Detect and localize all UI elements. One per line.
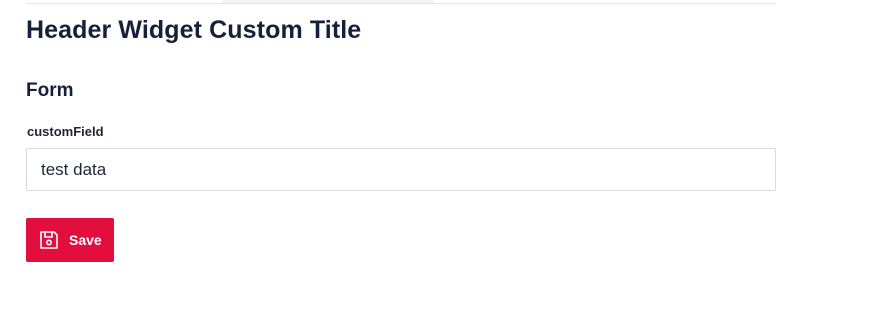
floppy-disk-icon <box>38 229 60 251</box>
tab-strip <box>26 0 776 4</box>
save-button-label: Save <box>69 232 102 248</box>
tab-active[interactable] <box>26 0 222 3</box>
form-section-title: Form <box>26 80 74 101</box>
page-title: Header Widget Custom Title <box>26 16 362 44</box>
page: Header Widget Custom Title Form customFi… <box>0 0 879 328</box>
custom-field-input[interactable] <box>26 148 776 191</box>
tab-inactive[interactable] <box>222 0 434 3</box>
custom-field-label: customField <box>27 124 104 139</box>
save-button[interactable]: Save <box>26 218 114 262</box>
